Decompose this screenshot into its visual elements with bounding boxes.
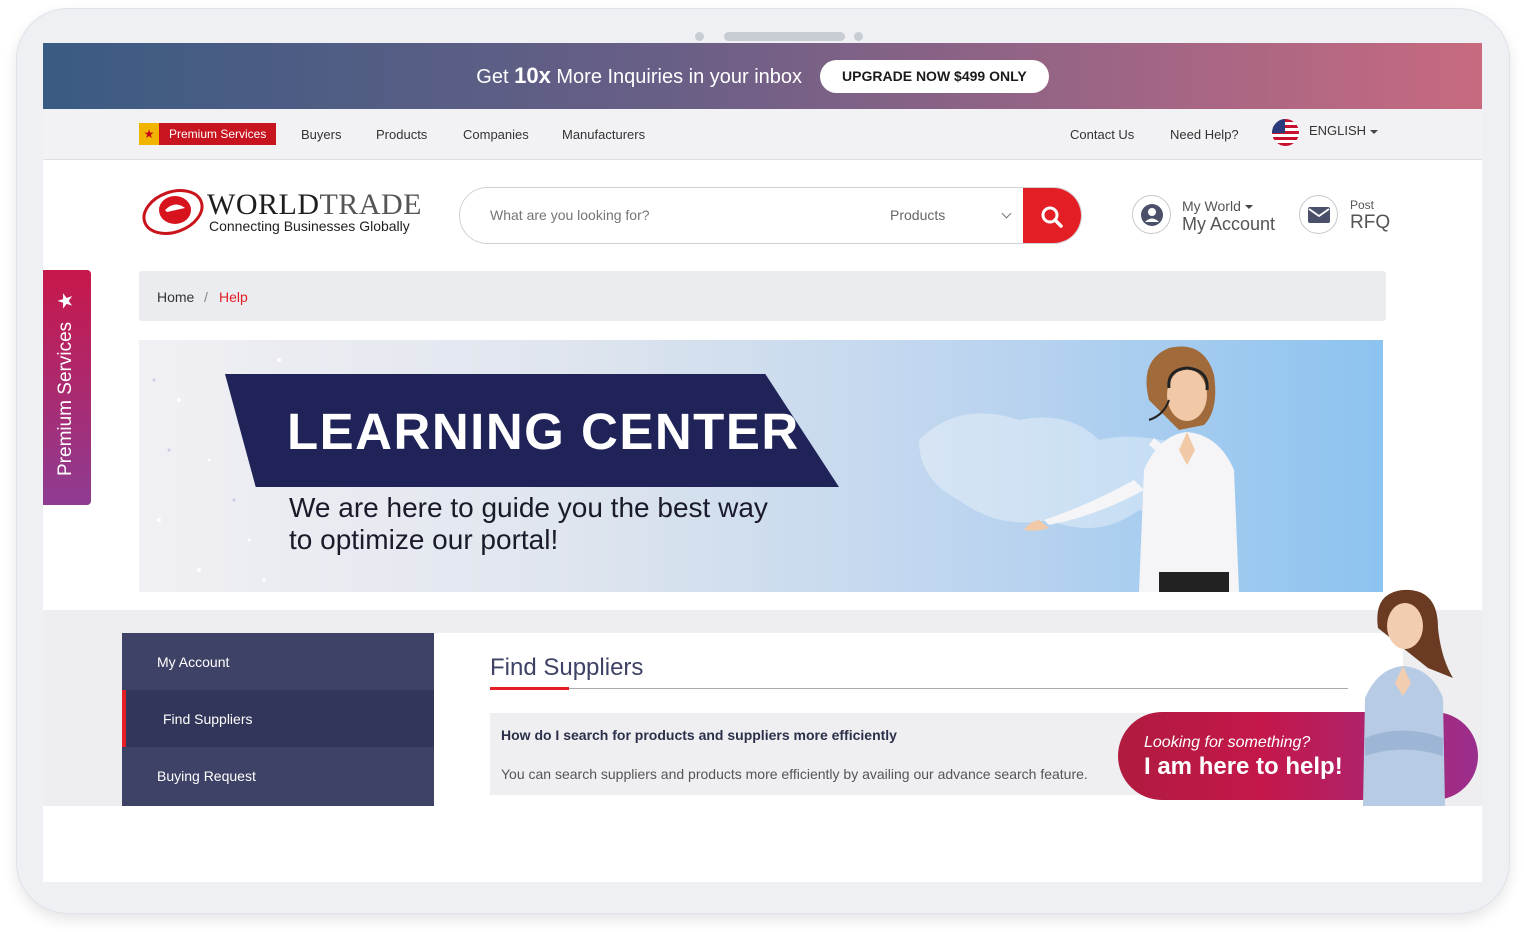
title-underline-accent <box>490 687 569 690</box>
site-logo[interactable]: WORLDTRADE Connecting Businesses Globall… <box>139 188 429 238</box>
nav-need-help[interactable]: Need Help? <box>1170 127 1239 142</box>
help-sidebar-menu: My Account Find Suppliers Buying Request <box>122 633 434 806</box>
learning-center-banner: LEARNING CENTER We are here to guide you… <box>139 340 1383 592</box>
banner-subtitle-line2: to optimize our portal! <box>289 524 559 555</box>
page-bottom <box>43 806 1482 882</box>
search-button[interactable] <box>1023 188 1081 243</box>
chevron-down-icon <box>1001 208 1012 219</box>
logo-e-icon <box>142 189 204 235</box>
logo-wordmark: WORLDTRADE <box>207 188 422 221</box>
support-agent-illustration <box>1024 346 1239 592</box>
faq-question: How do I search for products and supplie… <box>501 727 897 743</box>
help-assistant-illustration <box>1363 589 1453 806</box>
camera-dot <box>695 32 704 41</box>
upgrade-button[interactable]: UPGRADE NOW $499 ONLY <box>820 59 1049 93</box>
promo-bar: Get 10x More Inquiries in your inbox UPG… <box>43 43 1482 109</box>
menu-item-buying-request[interactable]: Buying Request <box>122 747 434 804</box>
breadcrumb: Home / Help <box>139 271 1386 321</box>
search-icon <box>1041 206 1063 228</box>
banner-title: LEARNING CENTER <box>287 403 800 460</box>
nav-companies[interactable]: Companies <box>463 127 529 142</box>
screen: Get 10x More Inquiries in your inbox UPG… <box>43 43 1482 882</box>
my-world-dropdown[interactable]: My World <box>1182 198 1253 214</box>
mail-icon[interactable] <box>1299 195 1338 234</box>
nav-products[interactable]: Products <box>376 127 427 142</box>
title-divider <box>490 688 1348 689</box>
side-tab-label: Premium Services <box>54 321 76 476</box>
sensor-dot <box>854 32 863 41</box>
nav-manufacturers[interactable]: Manufacturers <box>562 127 645 142</box>
nav-contact-us[interactable]: Contact Us <box>1070 127 1134 142</box>
logo-tagline: Connecting Businesses Globally <box>209 218 410 234</box>
user-icon[interactable] <box>1132 195 1171 234</box>
user-circle-icon <box>1140 203 1163 226</box>
menu-item-my-account[interactable]: My Account <box>122 633 434 690</box>
content-title: Find Suppliers <box>490 654 644 681</box>
breadcrumb-current: Help <box>219 289 248 305</box>
banner-subtitle-line1: We are here to guide you the best way <box>289 492 768 523</box>
language-selector[interactable]: ENGLISH <box>1309 123 1379 138</box>
star-icon: ★ <box>139 123 159 145</box>
caret-down-icon <box>1370 129 1379 134</box>
premium-services-link[interactable]: ★ Premium Services <box>139 123 277 145</box>
caret-down-icon <box>1244 205 1253 210</box>
faq-answer: You can search suppliers and products mo… <box>501 766 1088 782</box>
breadcrumb-separator: / <box>204 289 208 305</box>
search-category-select[interactable]: Products <box>890 207 945 223</box>
nav-buyers[interactable]: Buyers <box>301 127 341 142</box>
speaker-slot <box>724 32 845 41</box>
search-input[interactable] <box>490 207 850 223</box>
help-widget-subtitle: Looking for something? <box>1144 734 1311 751</box>
my-account-link[interactable]: My Account <box>1182 214 1275 235</box>
menu-item-find-suppliers[interactable]: Find Suppliers <box>122 690 434 747</box>
breadcrumb-home[interactable]: Home <box>157 289 194 305</box>
star-icon: ★ <box>55 291 77 310</box>
search-bar: Products <box>459 187 1082 244</box>
envelope-icon <box>1307 206 1330 223</box>
promo-text: Get 10x More Inquiries in your inbox <box>476 63 803 88</box>
post-label: Post <box>1350 198 1375 212</box>
premium-services-label: Premium Services <box>159 123 277 145</box>
help-widget-title: I am here to help! <box>1144 753 1343 780</box>
us-flag-icon <box>1272 119 1299 146</box>
premium-services-side-tab[interactable]: Premium Services ★ <box>43 270 91 505</box>
post-rfq-link[interactable]: RFQ <box>1350 212 1390 234</box>
top-nav: ★ Premium Services Buyers Products Compa… <box>43 109 1482 160</box>
